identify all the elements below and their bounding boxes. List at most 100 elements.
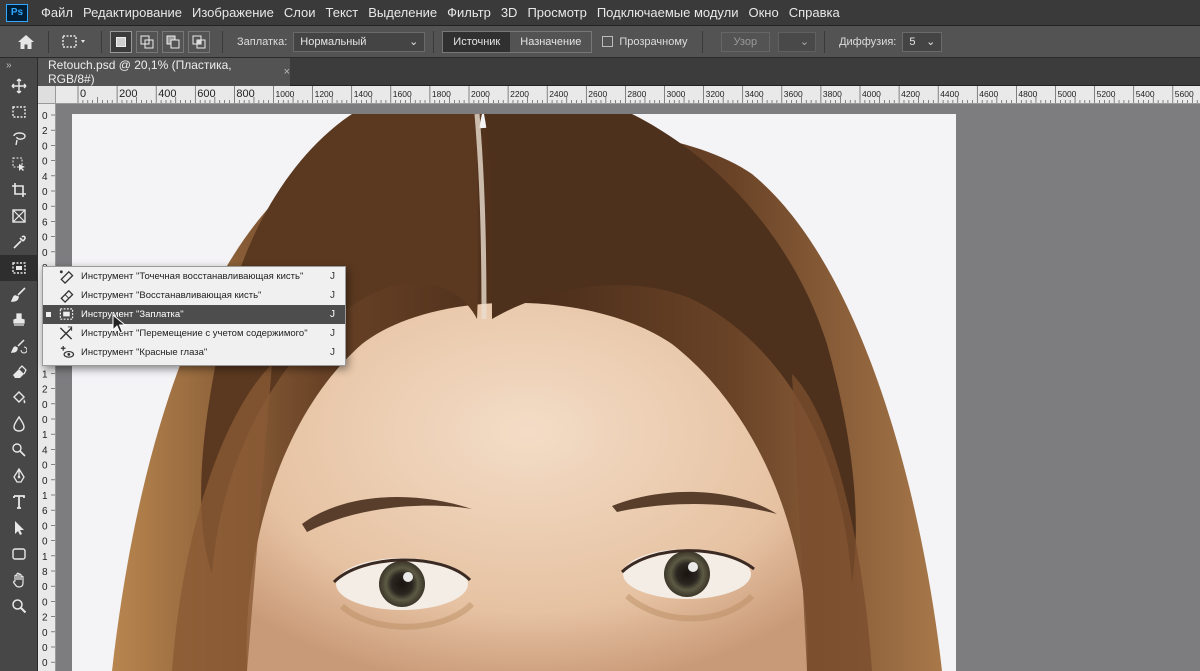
chevron-down-icon: ⌄ (926, 36, 936, 48)
collapse-panel-button[interactable]: » (0, 58, 37, 73)
dodge-tool-button[interactable] (0, 437, 38, 463)
eyedropper-tool-button[interactable] (0, 229, 38, 255)
brush-tool-button[interactable] (0, 281, 38, 307)
clone-stamp-tool-button[interactable] (0, 307, 38, 333)
ruler-label: 1200 (315, 89, 334, 99)
transparent-label: Прозрачному (619, 35, 688, 48)
type-tool-button[interactable] (0, 489, 38, 515)
menu-filter[interactable]: Фильтр (442, 5, 496, 20)
ruler-label: 1 (42, 552, 48, 563)
menu-help[interactable]: Справка (784, 5, 845, 20)
red-eye-icon (60, 345, 75, 358)
ruler-label: 8 (42, 567, 48, 578)
flyout-item-spot-healing[interactable]: Инструмент "Точечная восстанавливающая к… (43, 267, 345, 286)
ruler-label: 0 (42, 521, 48, 532)
menu-window[interactable]: Окно (743, 5, 783, 20)
brush-icon (11, 287, 26, 302)
document-title: Retouch.psd @ 20,1% (Пластика, RGB/8#) (48, 58, 232, 86)
shape-tool-button[interactable] (0, 541, 38, 567)
horizontal-ruler[interactable]: 0 200 400 600 800 1000 1200 1400 1600 1800 2000 220… (56, 86, 1200, 104)
menu-layers[interactable]: Слои (279, 5, 321, 20)
frame-icon (12, 209, 26, 223)
crop-tool-button[interactable] (0, 177, 38, 203)
path-select-tool-button[interactable] (0, 515, 38, 541)
object-select-tool-button[interactable] (0, 151, 38, 177)
flyout-item-healing-brush[interactable]: Инструмент "Восстанавливающая кисть" J (43, 286, 345, 305)
home-button[interactable] (12, 30, 40, 54)
spot-healing-icon (59, 270, 74, 284)
close-icon[interactable]: × (284, 66, 290, 78)
menu-select[interactable]: Выделение (363, 5, 442, 20)
menu-image[interactable]: Изображение (187, 5, 279, 20)
use-pattern-button[interactable]: Узор (720, 31, 771, 52)
marquee-icon (12, 106, 26, 118)
pattern-picker[interactable]: ⌄ (778, 31, 817, 52)
flyout-item-content-aware-move[interactable]: Инструмент "Перемещение с учетом содержи… (43, 324, 345, 343)
diffusion-label: Диффузия: (839, 35, 897, 48)
patch-icon (59, 308, 74, 320)
ruler-label: 2000 (471, 89, 490, 99)
flyout-item-patch[interactable]: Инструмент "Заплатка" J (43, 305, 345, 324)
ruler-label: 0 (42, 537, 48, 548)
source-button[interactable]: Источник (443, 31, 511, 52)
menu-view[interactable]: Просмотр (522, 5, 591, 20)
tool-preset-picker[interactable] (57, 31, 93, 53)
chevron-down-icon: ⌄ (799, 36, 810, 48)
pen-tool-button[interactable] (0, 463, 38, 489)
menu-type[interactable]: Текст (321, 5, 364, 20)
menu-3d[interactable]: 3D (496, 5, 523, 20)
zoom-tool-button[interactable] (0, 593, 38, 619)
divider (701, 30, 703, 53)
vertical-ruler[interactable]: 0200400600800100012001400160018002000 (38, 104, 56, 671)
new-selection-button[interactable] (110, 30, 132, 53)
ruler-label: 5000 (1058, 89, 1077, 99)
blur-tool-button[interactable] (0, 411, 38, 437)
ruler-label: 0 (42, 628, 48, 639)
menu-plugins[interactable]: Подключаемые модули (592, 5, 744, 20)
move-tool-button[interactable] (0, 73, 38, 99)
flyout-item-label: Инструмент "Точечная восстанавливающая к… (81, 271, 304, 282)
frame-tool-button[interactable] (0, 203, 38, 229)
paint-bucket-tool-button[interactable] (0, 385, 38, 411)
content-aware-move-icon (59, 326, 73, 340)
ruler-label: 4600 (979, 89, 998, 99)
shortcut-key: J (330, 347, 335, 358)
ruler-origin[interactable] (38, 86, 56, 104)
patch-tool-tool-button[interactable] (0, 255, 38, 281)
eraser-tool-button[interactable] (0, 359, 38, 385)
ruler-label: 1000 (276, 89, 295, 99)
photoshop-logo: Ps (6, 3, 28, 22)
path-select-icon (15, 521, 24, 535)
ruler-label: 3200 (706, 89, 725, 99)
ruler-label: 1 (42, 369, 48, 380)
document-canvas[interactable] (72, 114, 956, 671)
add-selection-button[interactable] (136, 30, 158, 53)
mouse-cursor-icon (112, 314, 127, 334)
options-bar: Заплатка: Нормальный ⌄ Источник Назначен… (0, 26, 1200, 58)
subtract-selection-icon (166, 35, 180, 48)
shortcut-key: J (330, 328, 335, 339)
marquee-tool-button[interactable] (0, 99, 38, 125)
ruler-label: 3000 (667, 89, 686, 99)
move-icon (11, 78, 27, 94)
hand-tool-button[interactable] (0, 567, 38, 593)
history-brush-tool-button[interactable] (0, 333, 38, 359)
menu-file[interactable]: Файл (36, 5, 78, 20)
transparent-checkbox[interactable] (602, 36, 614, 47)
destination-button[interactable]: Назначение (510, 32, 591, 52)
flyout-item-red-eye[interactable]: Инструмент "Красные глаза" J (43, 343, 345, 362)
menu-edit[interactable]: Редактирование (78, 5, 187, 20)
shortcut-key: J (330, 309, 335, 320)
subtract-selection-button[interactable] (162, 30, 184, 53)
ruler-label: 0 (42, 400, 48, 411)
patch-mode-select[interactable]: Нормальный ⌄ (293, 31, 426, 52)
lasso-tool-button[interactable] (0, 125, 38, 151)
vertical-ruler-ticks: 0200400600800100012001400160018002000 (42, 111, 55, 669)
flyout-item-label: Инструмент "Восстанавливающая кисть" (81, 290, 262, 301)
ruler-label: 200 (119, 88, 137, 100)
ruler-label: 0 (42, 597, 48, 608)
intersect-selection-button[interactable] (188, 30, 210, 53)
document-tab[interactable]: Retouch.psd @ 20,1% (Пластика, RGB/8#) × (38, 58, 290, 86)
diffusion-select[interactable]: 5 ⌄ (902, 31, 943, 52)
ruler-label: 4200 (901, 89, 920, 99)
